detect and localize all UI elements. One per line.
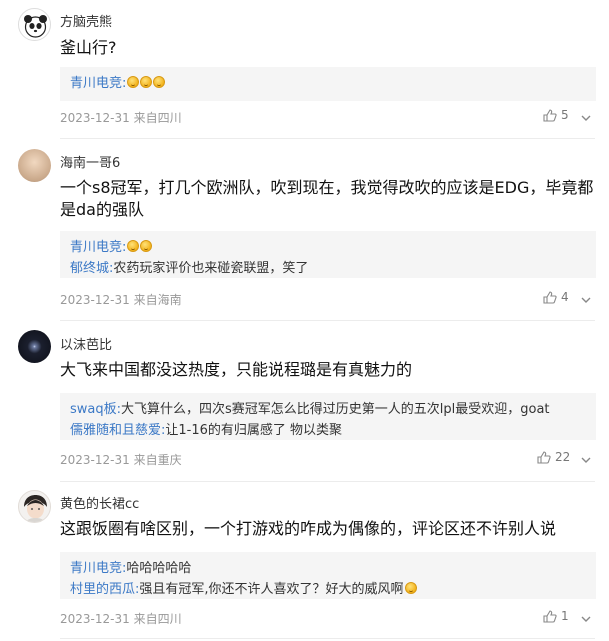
comment-item: 海南一哥6 一个s8冠军，打几个欧洲队，吹到现在，我觉得改吹的应该是EDG，毕竟… [0,139,609,320]
reply-author[interactable]: 村里的西瓜: [70,582,139,597]
comment-text: 大飞来中国都没这热度，只能说程璐是有真魅力的 [60,360,413,379]
like-count: 22 [555,450,571,464]
comment-item: 以沫芭比 大飞来中国都没这热度，只能说程璐是有真魅力的 swaq板:大飞算什么，… [0,321,609,481]
comment-date: 2023-12-31 [60,612,130,626]
reply-line: 青川电竞: [70,73,586,94]
like-count: 5 [561,108,569,122]
reply-author[interactable]: 郁终城: [70,261,113,276]
comment-text: 一个s8冠军，打几个欧洲队，吹到现在，我觉得改吹的应该是EDG，毕竟都是da的强… [60,178,594,219]
comment-text: 釜山行? [60,38,117,57]
reply-preview[interactable]: 青川电竞:哈哈哈哈哈 村里的西瓜:强且有冠军,你还不许人喜欢了？好大的威风啊 [60,552,596,599]
reply-line: 青川电竞: [70,237,586,258]
username[interactable]: 以沫芭比 [60,334,112,353]
reply-preview[interactable]: 青川电竞: 郁终城:农药玩家评价也来碰瓷联盟，笑了 [60,231,596,278]
like-button[interactable]: 4 [543,290,569,304]
reply-text: 强且有冠军,你还不许人喜欢了？好大的威风啊 [139,582,404,597]
comment-location: 来自海南 [133,293,182,307]
comment-text: 这跟饭圈有啥区别，一个打游戏的咋成为偶像的，评论区还不许别人说 [60,519,557,538]
emoji-icon [127,240,140,252]
reply-author[interactable]: 青川电竞: [70,76,126,91]
emoji-icon [153,76,166,88]
avatar[interactable] [18,490,51,523]
like-count: 4 [561,290,569,304]
comment-meta: 2023-12-31 来自海南 [60,291,182,308]
reply-preview[interactable]: swaq板:大飞算什么，四次s赛冠军怎么比得过历史第一人的五次lpl最受欢迎，g… [60,393,596,440]
reply-line: 儒雅随和且慈爱:让1-16的有归属感了 物以类聚 [70,420,586,441]
like-button[interactable]: 22 [537,450,570,464]
reply-line: 郁终城:农药玩家评价也来碰瓷联盟，笑了 [70,258,586,279]
comment-location: 来自四川 [133,612,182,626]
reply-line: 青川电竞:哈哈哈哈哈 [70,558,586,579]
thumbs-up-icon [543,108,557,122]
avatar[interactable] [18,330,51,363]
username[interactable]: 黄色的长裙cc [60,493,139,512]
reply-author[interactable]: swaq板: [70,402,121,417]
comment-meta: 2023-12-31 来自四川 [60,109,182,126]
comment-meta: 2023-12-31 来自重庆 [60,451,182,468]
comment-date: 2023-12-31 [60,453,130,467]
thumbs-up-icon [543,609,557,623]
avatar[interactable] [18,149,51,182]
like-count: 1 [561,609,569,623]
comment-feed: 方脑壳熊 釜山行? 青川电竞: 2023-12-31 来自四川 5 海南一哥6 … [0,0,609,641]
reply-author[interactable]: 青川电竞: [70,240,126,255]
reply-text: 哈哈哈哈哈 [126,561,192,576]
thumbs-up-icon [537,450,551,464]
avatar[interactable] [18,8,51,41]
reply-author[interactable]: 儒雅随和且慈爱: [70,423,165,438]
reply-author[interactable]: 青川电竞: [70,561,126,576]
reply-line: swaq板:大飞算什么，四次s赛冠军怎么比得过历史第一人的五次lpl最受欢迎，g… [70,399,586,420]
like-button[interactable]: 5 [543,108,569,122]
emoji-icon [140,76,153,88]
like-button[interactable]: 1 [543,609,569,623]
comment-item: 黄色的长裙cc 这跟饭圈有啥区别，一个打游戏的咋成为偶像的，评论区还不许别人说 … [0,482,609,641]
comment-item: 方脑壳熊 釜山行? 青川电竞: 2023-12-31 来自四川 5 [0,0,609,138]
username[interactable]: 海南一哥6 [60,152,120,171]
more-options-icon[interactable] [579,110,593,124]
thumbs-up-icon [543,290,557,304]
comment-location: 来自四川 [133,111,182,125]
emoji-icon [404,582,417,594]
comment-date: 2023-12-31 [60,111,130,125]
emoji-icon [127,76,140,88]
reply-text: 农药玩家评价也来碰瓷联盟，笑了 [113,261,309,276]
comment-date: 2023-12-31 [60,293,130,307]
more-options-icon[interactable] [579,292,593,306]
reply-line: 村里的西瓜:强且有冠军,你还不许人喜欢了？好大的威风啊 [70,579,586,600]
username[interactable]: 方脑壳熊 [60,11,112,30]
reply-text: 大飞算什么，四次s赛冠军怎么比得过历史第一人的五次lpl最受欢迎，goat [121,402,550,417]
comment-meta: 2023-12-31 来自四川 [60,610,182,627]
emoji-icon [140,240,153,252]
reply-text: 让1-16的有归属感了 物以类聚 [165,423,343,438]
reply-preview[interactable]: 青川电竞: [60,67,596,101]
comment-location: 来自重庆 [133,453,182,467]
divider [60,638,595,639]
more-options-icon[interactable] [579,611,593,625]
more-options-icon[interactable] [579,452,593,466]
